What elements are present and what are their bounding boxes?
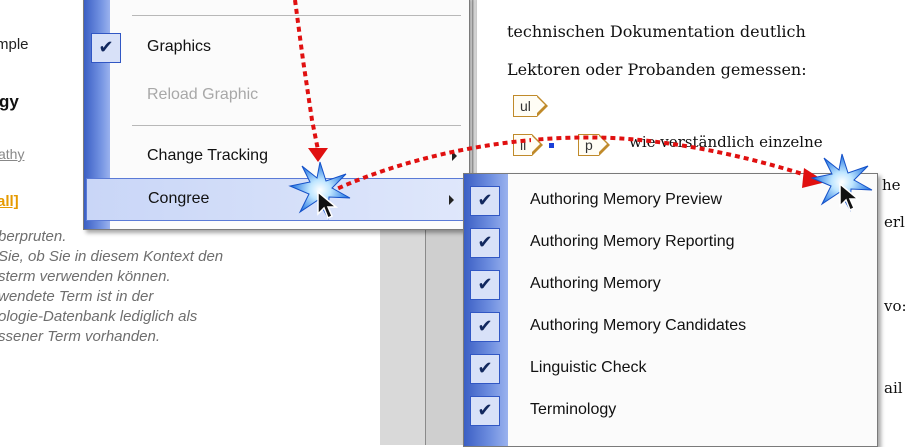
menu-separator — [132, 125, 461, 126]
menu-item-label: Congree — [148, 190, 210, 207]
menu-item-label: Reload Graphic — [147, 86, 259, 103]
doc-line: wie verständlich einzelne — [629, 133, 823, 151]
submenu-item-linguistic-check[interactable]: ✔ Linguistic Check — [464, 349, 877, 389]
description-line: ssener Term vorhanden. — [0, 328, 161, 345]
check-icon: ✔ — [470, 228, 500, 258]
menu-item-label: Graphics — [147, 38, 212, 55]
congree-submenu: ✔ Authoring Memory Preview ✔ Authoring M… — [463, 173, 878, 447]
check-icon: ✔ — [470, 396, 500, 426]
left-pane: mple gy athy all] — [0, 0, 85, 445]
menu-item-reload-graphic: Reload Graphic — [84, 76, 469, 116]
doc-line: technischen Dokumentation deutlich — [507, 22, 806, 41]
menu-item-graphics[interactable]: ✔ Graphics — [84, 28, 469, 68]
context-menu: ✔ Graphics Reload Graphic Change Trackin… — [83, 0, 470, 230]
submenu-item-label: Authoring Memory — [530, 275, 661, 292]
check-icon: ✔ — [470, 186, 500, 216]
check-icon: ✔ — [470, 312, 500, 342]
all-link[interactable]: all] — [0, 193, 19, 210]
submenu-item-label: Authoring Memory Candidates — [530, 317, 747, 334]
menu-item-change-tracking[interactable]: Change Tracking — [84, 137, 469, 177]
section-heading: gy — [0, 92, 19, 111]
description-line: Sie, ob Sie in diesem Kontext den — [0, 248, 224, 265]
submenu-item-authoring-memory[interactable]: ✔ Authoring Memory — [464, 265, 877, 305]
tag-li[interactable]: li — [513, 133, 544, 156]
description-line: berpruten. — [0, 228, 67, 245]
term-description: berpruten. Sie, ob Sie in diesem Kontext… — [0, 227, 380, 347]
term-link[interactable]: athy — [0, 146, 24, 162]
check-icon: ✔ — [91, 33, 121, 63]
submenu-item-label: Linguistic Check — [530, 359, 647, 376]
submenu-arrow-icon — [452, 151, 457, 161]
check-icon: ✔ — [470, 270, 500, 300]
submenu-item-label: Authoring Memory Reporting — [530, 233, 735, 250]
description-line: sterm verwenden können. — [0, 268, 171, 285]
description-line: wendete Term ist in der — [0, 288, 154, 305]
submenu-item-label: Terminology — [530, 401, 617, 418]
submenu-item-authoring-memory-candidates[interactable]: ✔ Authoring Memory Candidates — [464, 307, 877, 347]
doc-fragment: erl — [884, 213, 905, 231]
menu-item-label: Change Tracking — [147, 147, 268, 164]
tag-ul[interactable]: ul — [513, 94, 548, 117]
description-line: ologie-Datenbank lediglich als — [0, 308, 198, 325]
example-label: mple — [0, 36, 29, 53]
tag-p[interactable]: p — [578, 133, 610, 156]
doc-fragment: vo: — [884, 297, 907, 315]
submenu-arrow-icon — [449, 195, 454, 205]
doc-line: Lektoren oder Probanden gemessen: — [507, 60, 807, 79]
submenu-item-authoring-memory-reporting[interactable]: ✔ Authoring Memory Reporting — [464, 223, 877, 263]
menu-item-congree[interactable]: Congree — [86, 178, 467, 221]
submenu-item-label: Authoring Memory Preview — [530, 191, 723, 208]
submenu-item-authoring-memory-preview[interactable]: ✔ Authoring Memory Preview — [464, 181, 877, 221]
submenu-item-terminology[interactable]: ✔ Terminology — [464, 391, 877, 431]
menu-separator — [132, 15, 461, 16]
check-icon: ✔ — [470, 354, 500, 384]
doc-fragment: he — [882, 176, 901, 194]
doc-fragment: ail — [884, 379, 903, 397]
marker-dot — [549, 143, 554, 148]
